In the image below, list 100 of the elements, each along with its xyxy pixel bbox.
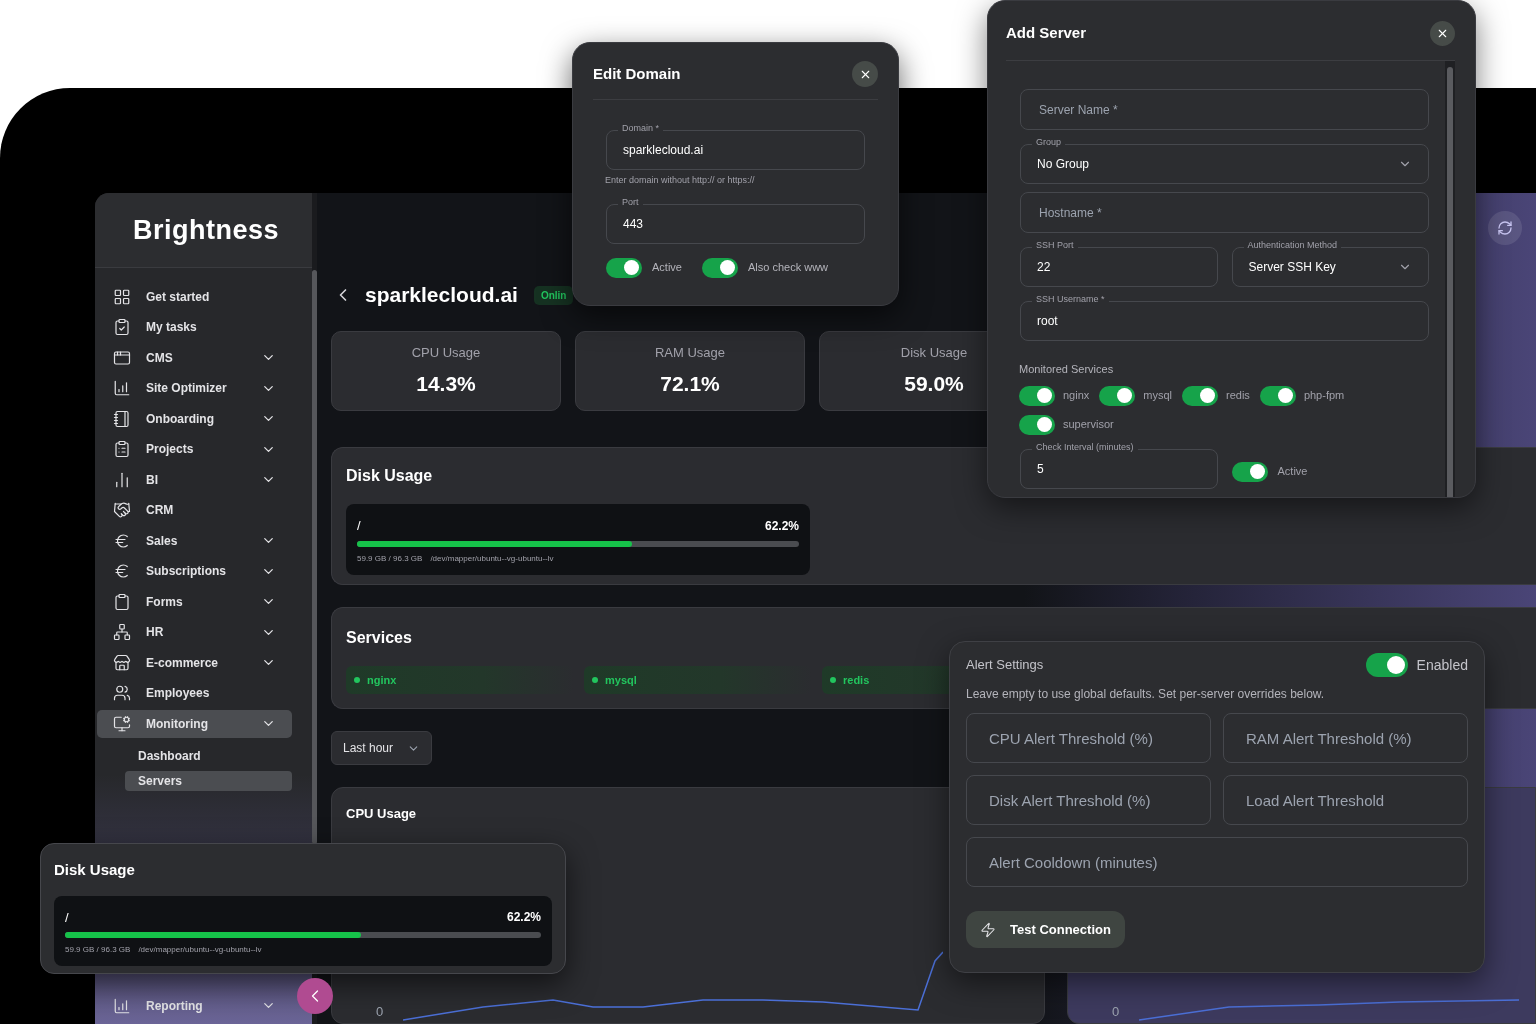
- mount-point: /: [357, 517, 361, 535]
- field-label: Port: [618, 197, 643, 207]
- toggle-label: mysql: [1143, 388, 1173, 404]
- clipboard-icon: [113, 592, 131, 611]
- sidebar-item[interactable]: Reporting: [97, 991, 292, 1020]
- sidebar-item[interactable]: Monitoring: [97, 709, 292, 738]
- field-hint: Enter domain without http:// or https://: [605, 174, 756, 187]
- sidebar-item[interactable]: Sales: [97, 526, 292, 555]
- close-button[interactable]: [852, 61, 878, 87]
- sidebar-item[interactable]: E-commerce: [97, 648, 292, 677]
- notebook-icon: [113, 409, 131, 428]
- sidebar-item[interactable]: Forms: [97, 587, 292, 616]
- sidebar-item[interactable]: CMS: [97, 343, 292, 372]
- clipboard-list-icon: [113, 440, 131, 458]
- sidebar-item[interactable]: Get started: [97, 282, 292, 311]
- device-path: /dev/mapper/ubuntu--vg-ubuntu--lv: [138, 944, 262, 956]
- input-field[interactable]: Alert Cooldown (minutes): [966, 837, 1468, 887]
- input-field[interactable]: RAM Alert Threshold (%): [1223, 713, 1468, 763]
- card-title: Disk Usage: [54, 860, 136, 880]
- time-range-select[interactable]: Last hour: [331, 731, 433, 765]
- toggle-switch[interactable]: [1019, 385, 1055, 406]
- field-label: Domain *: [618, 124, 663, 133]
- toggle-label: Enabled: [1416, 655, 1468, 675]
- sidebar-item[interactable]: My tasks: [97, 313, 292, 341]
- mount-point: /: [65, 908, 69, 927]
- sidebar-item[interactable]: CRM: [97, 496, 292, 524]
- lightning-icon: [980, 921, 996, 938]
- toggle-switch[interactable]: [606, 257, 642, 278]
- status-badge: Onlin: [533, 285, 574, 305]
- toggle-switch[interactable]: [1231, 461, 1268, 482]
- stat-label: Disk Usage: [900, 343, 968, 362]
- handshake-icon: [113, 501, 131, 519]
- input-field[interactable]: root: [1020, 301, 1429, 341]
- grid-icon: [113, 287, 131, 306]
- toggle-switch[interactable]: [1099, 385, 1136, 406]
- refresh-button[interactable]: [1488, 211, 1522, 245]
- toggle-label: Active: [652, 260, 682, 276]
- usage-reading: 62.2%: [764, 517, 799, 535]
- card-title: Services: [346, 628, 412, 648]
- dropdown-field[interactable]: Server SSH Key: [1231, 247, 1429, 287]
- euro-icon: [113, 562, 131, 580]
- toggle-switch[interactable]: [701, 257, 738, 278]
- close-button[interactable]: [1430, 21, 1455, 46]
- toggle-switch[interactable]: [1365, 653, 1408, 677]
- toggle-label: Active: [1277, 464, 1308, 480]
- dialog-title: Edit Domain: [593, 63, 681, 84]
- section-label: Monitored Services: [1019, 362, 1115, 377]
- bar-chart-icon: [113, 996, 131, 1015]
- sidebar-subitem[interactable]: Dashboard: [125, 746, 292, 766]
- input-field[interactable]: sparklecloud.ai: [606, 130, 865, 170]
- stat-value: 72.1%: [660, 371, 720, 397]
- device-path: /dev/mapper/ubuntu--vg-ubuntu--lv: [430, 552, 554, 565]
- sidebar-item[interactable]: Site Optimizer: [97, 374, 292, 402]
- browser-window-icon: [113, 348, 131, 367]
- axis-tick: 0: [1112, 1002, 1120, 1021]
- input-field[interactable]: Load Alert Threshold: [1223, 775, 1468, 825]
- sidebar-subitem[interactable]: Servers: [125, 771, 292, 791]
- toggle-switch[interactable]: [1182, 385, 1219, 406]
- bar-chart-icon: [113, 379, 131, 397]
- logo: Brightness: [133, 213, 280, 247]
- input-field[interactable]: Server Name *: [1020, 89, 1429, 130]
- axis-tick: 0: [376, 1002, 384, 1021]
- toggle-label: supervisor: [1063, 417, 1114, 433]
- store-icon: [113, 653, 131, 672]
- toggle-label: Also check www: [747, 260, 829, 276]
- field-label: SSH Username *: [1032, 295, 1109, 304]
- stat-value: 59.0%: [904, 371, 964, 397]
- toggle-switch[interactable]: [1259, 385, 1296, 406]
- stat-label: RAM Usage: [654, 343, 726, 362]
- scrollbar[interactable]: [312, 270, 317, 844]
- field-label: Authentication Method: [1243, 241, 1342, 250]
- clipboard-check-icon: [113, 318, 131, 336]
- toggle-switch[interactable]: [1019, 414, 1055, 435]
- sidebar-item[interactable]: Subscriptions: [97, 557, 292, 585]
- input-field[interactable]: Disk Alert Threshold (%): [966, 775, 1211, 825]
- monitor-icon: [113, 714, 131, 733]
- field-label: Check Interval (minutes): [1032, 442, 1138, 452]
- users-icon: [113, 684, 131, 702]
- sidebar-item[interactable]: HR: [97, 618, 292, 646]
- scrollbar[interactable]: [1447, 67, 1453, 497]
- bar-chart-icon: [113, 470, 131, 489]
- field-label: SSH Port: [1032, 241, 1078, 250]
- close-icon: [1436, 27, 1449, 40]
- size-text: 59.9 GB / 96.3 GB: [357, 552, 423, 565]
- toggle-label: php-fpm: [1303, 388, 1345, 404]
- input-field[interactable]: CPU Alert Threshold (%): [966, 713, 1211, 763]
- sidebar-item[interactable]: BI: [97, 465, 292, 494]
- euro-icon: [113, 531, 131, 550]
- toggle-label: nginx: [1063, 388, 1090, 404]
- sidebar-item[interactable]: Employees: [97, 679, 292, 707]
- toggle-label: redis: [1226, 388, 1250, 404]
- card-title: CPU Usage: [346, 805, 418, 823]
- size-text: 59.9 GB / 96.3 GB: [65, 944, 131, 956]
- input-field[interactable]: Hostname *: [1020, 192, 1429, 233]
- sidebar-item[interactable]: Projects: [97, 435, 292, 463]
- sidebar-item[interactable]: Onboarding: [97, 404, 292, 433]
- field-label: Group: [1032, 138, 1065, 147]
- input-field[interactable]: 22: [1020, 247, 1218, 287]
- test-connection-button[interactable]: Test Connection: [966, 911, 1125, 948]
- card-title: Disk Usage: [346, 466, 433, 486]
